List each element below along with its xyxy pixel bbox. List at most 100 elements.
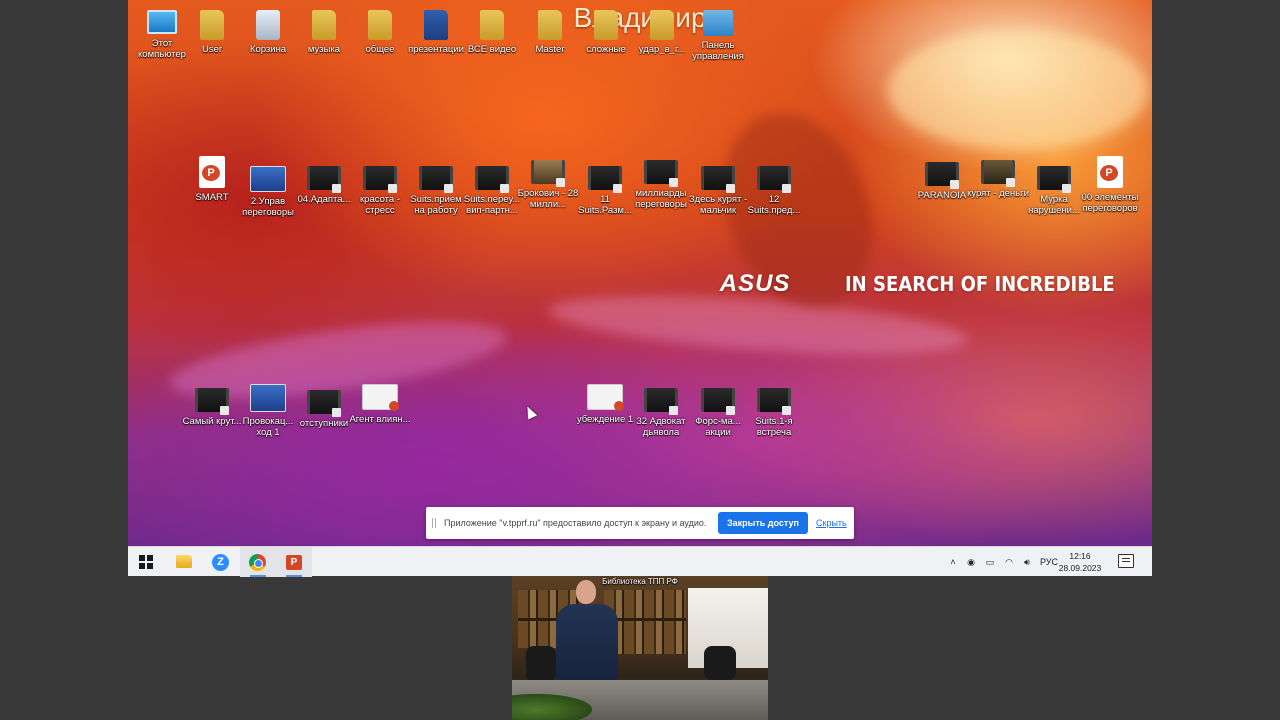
desktop-icon-shared[interactable]: общее — [348, 10, 412, 55]
desktop-icon-label: Провокац... ход 1 — [242, 416, 294, 438]
desktop-icon-label: SMART — [195, 192, 229, 203]
desktop-icon-thank-you-for-smoking[interactable]: Здесь курят - мальчик — [686, 166, 750, 216]
hide-link[interactable]: Скрыть — [816, 518, 847, 528]
desktop-icon-label: Suits.прием на работу — [410, 194, 462, 216]
desktop-icon-control-panel[interactable]: Панель управления — [686, 10, 750, 62]
powerpoint-icon: P — [286, 555, 302, 570]
screen-share-notification: Приложение "v.tpprf.ru" предоставило дос… — [426, 507, 854, 539]
desktop-icon-label: Master — [535, 44, 565, 55]
desktop-icon-label: 11 Suits.Разм... — [578, 194, 632, 216]
desktop-icon-coolest[interactable]: Самый крут... — [180, 388, 244, 427]
video-file-icon — [644, 388, 678, 415]
video-file-icon — [307, 390, 341, 417]
tray-battery[interactable]: ▭ — [982, 547, 998, 577]
desktop-icon-negotiation-elements[interactable]: 00 элементы переговоров — [1078, 156, 1142, 214]
clock-date: 28.09.2023 — [1058, 563, 1102, 573]
drag-handle-icon[interactable] — [432, 518, 436, 528]
share-message: Приложение "v.tpprf.ru" предоставило дос… — [444, 518, 707, 528]
stop-sharing-button[interactable]: Закрыть доступ — [718, 512, 808, 534]
desktop-icon-suits-12[interactable]: 12 Suits.пред... — [742, 166, 806, 216]
desktop-icon-force-majeure[interactable]: Форс-ма... акции — [686, 388, 750, 438]
desktop-icon-label: 04.Адапта... — [297, 194, 351, 205]
taskbar-powerpoint[interactable]: P — [276, 547, 312, 577]
taskbar-zoom[interactable]: Z — [203, 547, 239, 577]
desktop-icon-music[interactable]: музыка — [292, 10, 356, 55]
desktop-icon-suits-first-meeting[interactable]: Suits.1-я встреча — [742, 388, 806, 438]
chevron-up-icon: ˄ — [950, 557, 956, 567]
desktop-icon-billions[interactable]: миллиарды переговоры — [629, 160, 693, 210]
desktop-icon-persuasion[interactable]: убеждение 1 — [573, 384, 637, 425]
video-file-icon — [1037, 166, 1071, 193]
desktop-icon-label: отступники — [299, 418, 349, 429]
desktop-icon-label: User — [201, 44, 223, 55]
recycle-bin-icon — [256, 10, 280, 40]
desktop-icon-adaptation[interactable]: 04.Адапта... — [292, 166, 356, 205]
video-file-icon — [701, 388, 735, 415]
file-explorer-icon — [176, 555, 192, 568]
desktop-icon-label: Самый крут... — [182, 416, 242, 427]
desktop-icon-all-videos[interactable]: ВСЕ видео — [460, 10, 524, 55]
desktop-icon-label: общее — [365, 44, 395, 55]
show-hidden-icons-button[interactable]: ˄ — [946, 547, 960, 577]
video-file-icon — [588, 166, 622, 193]
desktop-icon-udar[interactable]: удар_в_г... — [630, 10, 694, 55]
tray-network[interactable]: ◠ — [1002, 547, 1016, 577]
desktop-icon-label: Панель управления — [692, 40, 744, 62]
folder-icon — [312, 10, 336, 40]
computer-icon — [147, 10, 177, 34]
clock-time: 12:16 — [1069, 551, 1091, 561]
desktop-icon-label: Здесь курят - мальчик — [688, 194, 748, 216]
shared-desktop: Владимир Этот компьютер User Корзина муз… — [128, 0, 1152, 546]
desktop-icon-provocation[interactable]: Провокац... ход 1 — [236, 384, 300, 438]
desktop-icon-label: Агент влиян... — [349, 414, 411, 425]
desktop-icon-label: Форс-ма... акции — [695, 416, 741, 438]
desktop-icon-label: Мурка нарушени... — [1028, 194, 1080, 216]
desktop-icon-smart[interactable]: SMART — [180, 156, 244, 203]
desktop-icon-recycle-bin[interactable]: Корзина — [236, 10, 300, 55]
desktop-icon-label: Брокович - 28 милли... — [517, 188, 579, 210]
desktop-icon-presentations[interactable]: презентации — [404, 10, 468, 55]
desktop-icon-brockovich[interactable]: Брокович - 28 милли... — [516, 160, 580, 210]
desktop-icon-label: PARANOIA — [917, 190, 967, 201]
tray-volume[interactable]: 🔊︎ — [1020, 547, 1034, 577]
video-file-icon — [925, 162, 959, 189]
desktop-icon-devils-advocate[interactable]: 32 Адвокат дьявола — [629, 388, 693, 438]
desktop-icon-murka[interactable]: Мурка нарушени... — [1022, 166, 1086, 216]
folder-icon — [424, 10, 448, 40]
desktop-icon-label: убеждение 1 — [576, 414, 634, 425]
chrome-icon — [249, 554, 266, 571]
desktop-icon-label: курят - деньги — [967, 188, 1029, 199]
desktop-icon-label: Suits.1-я встреча — [755, 416, 793, 438]
desktop-icon-renegades[interactable]: отступники — [292, 390, 356, 429]
taskbar-chrome[interactable] — [240, 547, 276, 577]
desktop-icon-user[interactable]: User — [180, 10, 244, 55]
taskbar-file-explorer[interactable] — [166, 547, 202, 577]
desktop-icon-suits-vip[interactable]: Suits.переу... вип-партн... — [460, 166, 524, 216]
desktop-icon-suits-11[interactable]: 11 Suits.Разм... — [573, 166, 637, 216]
folder-icon — [538, 10, 562, 40]
video-file-icon — [419, 166, 453, 193]
desktop-icon-master[interactable]: Master — [518, 10, 582, 55]
desktop-icon-beauty-stress[interactable]: красота - стресс — [348, 166, 412, 216]
zoom-icon: Z — [212, 554, 229, 571]
battery-icon: ▭ — [985, 557, 995, 567]
speaker-icon: 🔊︎ — [1024, 557, 1030, 567]
desktop-icon-negotiations[interactable]: 2.Управ переговоры — [236, 166, 300, 218]
action-center-icon[interactable] — [1118, 554, 1134, 568]
taskbar-clock[interactable]: 12:16 28.09.2023 — [1052, 550, 1108, 574]
start-button[interactable] — [128, 547, 164, 577]
desktop-icon-label: миллиарды переговоры — [635, 188, 687, 210]
desktop-icon-label: 12 Suits.пред... — [747, 194, 801, 216]
folder-icon — [594, 10, 618, 40]
desktop-icon-suits-hiring[interactable]: Suits.прием на работу — [404, 166, 468, 216]
desktop-icon-paranoia[interactable]: PARANOIA — [910, 162, 974, 201]
desktop-icon-label: 00 элементы переговоров — [1081, 192, 1139, 214]
desktop-icon-influence-agent[interactable]: Агент влиян... — [348, 384, 412, 425]
desktop-icon-smoking-money[interactable]: курят - деньги — [966, 160, 1030, 199]
folder-icon — [368, 10, 392, 40]
slide-file-icon — [587, 384, 624, 411]
tray-camera[interactable]: ◉ — [964, 547, 978, 577]
video-file-icon — [757, 388, 791, 415]
desktop-icon-complex[interactable]: сложные — [574, 10, 638, 55]
video-file-icon — [981, 160, 1015, 187]
